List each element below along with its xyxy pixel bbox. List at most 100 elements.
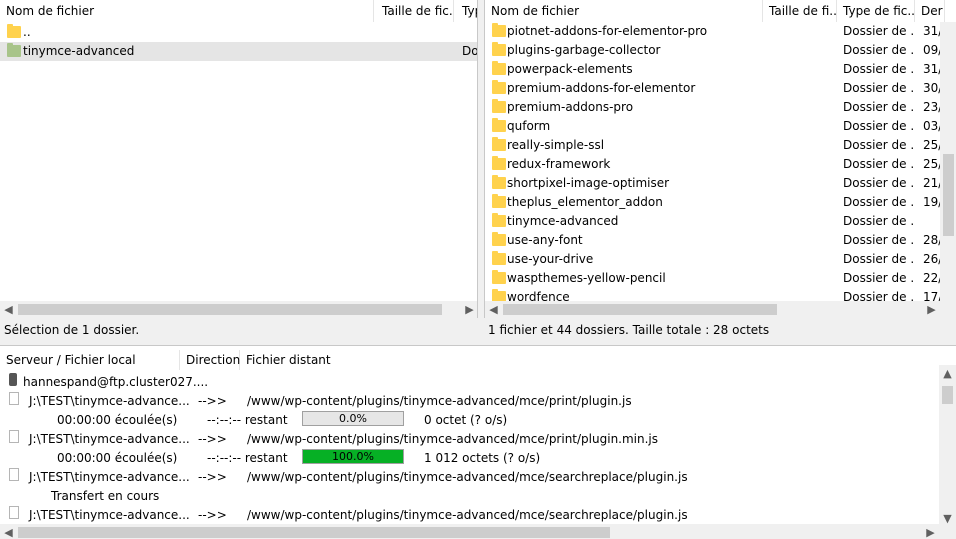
folder-icon <box>492 99 506 113</box>
file-name: shortpixel-image-optimiser <box>507 176 670 190</box>
horizontal-scrollbar[interactable]: ◀ ▶ <box>485 301 956 318</box>
local-path: J:\TEST\tinymce-advance... <box>29 508 190 522</box>
scroll-up-icon[interactable]: ▲ <box>939 365 956 382</box>
folder-icon <box>492 137 506 151</box>
queue-item[interactable]: J:\TEST\tinymce-advance... -->> /www/wp-… <box>0 430 940 449</box>
file-name: theplus_elementor_addon <box>507 195 663 209</box>
list-item[interactable]: use-your-driveDossier de ...26/ <box>485 250 942 269</box>
list-item[interactable]: quformDossier de ...03/ <box>485 117 942 136</box>
file-name: use-any-font <box>507 233 583 247</box>
folder-icon <box>492 42 506 56</box>
list-item-selected[interactable]: tinymce-advanced Do <box>0 42 477 61</box>
horizontal-scrollbar[interactable]: ◀ ▶ <box>0 524 956 539</box>
remote-status-bar: 1 fichier et 44 dossiers. Taille totale … <box>484 318 956 342</box>
progress-row: 00:00:00 écoulée(s) --:--:-- restant 0.0… <box>0 411 940 430</box>
col-header-server-local[interactable]: Serveur / Fichier local <box>0 350 180 370</box>
local-path: J:\TEST\tinymce-advance... <box>29 432 190 446</box>
file-name: tinymce-advanced <box>23 44 135 58</box>
col-header-filetype[interactable]: Type de fic... <box>837 0 915 22</box>
list-item[interactable]: powerpack-elementsDossier de ...31/ <box>485 60 942 79</box>
folder-icon <box>492 270 506 284</box>
col-header-filesize[interactable]: Taille de fic... <box>376 0 454 22</box>
list-item[interactable]: theplus_elementor_addonDossier de ...19/ <box>485 193 942 212</box>
folder-icon <box>492 251 506 265</box>
file-name: powerpack-elements <box>507 62 633 76</box>
remote-file-list[interactable]: Nom de fichier Taille de fi... Type de f… <box>484 0 956 318</box>
scroll-left-icon[interactable]: ◀ <box>0 524 17 539</box>
file-icon <box>9 468 19 481</box>
folder-icon <box>492 232 506 246</box>
folder-icon <box>492 80 506 94</box>
remote-path: /www/wp-content/plugins/tinymce-advanced… <box>247 394 632 408</box>
list-item[interactable]: use-any-fontDossier de ...28/ <box>485 231 942 250</box>
file-name: tinymce-advanced <box>507 214 619 228</box>
progress-label: 100.0% <box>332 450 374 463</box>
col-header-date[interactable]: Der <box>915 0 945 22</box>
scrollbar-thumb[interactable] <box>942 386 953 404</box>
progress-label: 0.0% <box>339 412 367 425</box>
elapsed-time: 00:00:00 écoulée(s) <box>57 413 178 427</box>
list-item[interactable]: plugins-garbage-collectorDossier de ...0… <box>485 41 942 60</box>
col-header-type[interactable]: Typ <box>456 0 477 22</box>
server-icon <box>9 373 17 386</box>
scroll-left-icon[interactable]: ◀ <box>485 301 502 318</box>
scrollbar-thumb[interactable] <box>943 154 954 236</box>
list-item[interactable]: redux-frameworkDossier de ...25/ <box>485 155 942 174</box>
file-type: Dossier de ... <box>843 119 913 133</box>
file-type: Dossier de ... <box>843 43 913 57</box>
file-name: really-simple-ssl <box>507 138 605 152</box>
file-type: Dossier de ... <box>843 81 913 95</box>
col-header-filesize[interactable]: Taille de fi... <box>763 0 837 22</box>
scrollbar-thumb[interactable] <box>18 304 442 315</box>
transferred-bytes: 1 012 octets (? o/s) <box>424 451 541 465</box>
server-name: hannespand@ftp.cluster027.... <box>23 375 209 389</box>
col-header-remote[interactable]: Fichier distant <box>240 350 540 370</box>
list-item[interactable]: really-simple-sslDossier de ...25/ <box>485 136 942 155</box>
vertical-scrollbar[interactable] <box>940 22 956 301</box>
vertical-scrollbar[interactable]: ▲ ▼ <box>939 365 956 527</box>
file-name: piotnet-addons-for-elementor-pro <box>507 24 708 38</box>
file-type: Dossier de ... <box>843 195 913 209</box>
file-icon <box>9 392 19 405</box>
horizontal-scrollbar[interactable]: ◀ ▶ <box>0 301 477 318</box>
direction: -->> <box>198 394 227 408</box>
queue-item[interactable]: J:\TEST\tinymce-advance... -->> /www/wp-… <box>0 506 940 525</box>
file-type: Dossier de ... <box>843 233 913 247</box>
scroll-right-icon[interactable]: ▶ <box>461 301 477 318</box>
progress-bar: 0.0% <box>302 411 404 426</box>
file-type: Dossier de ... <box>843 271 913 285</box>
folder-icon <box>492 118 506 132</box>
col-header-filename[interactable]: Nom de fichier <box>0 0 374 22</box>
list-item[interactable]: premium-addons-proDossier de ...23/ <box>485 98 942 117</box>
folder-icon <box>492 23 506 37</box>
list-item[interactable]: piotnet-addons-for-elementor-pro Dossier … <box>485 22 942 41</box>
file-icon <box>9 430 19 443</box>
scroll-left-icon[interactable]: ◀ <box>0 301 17 318</box>
scrollbar-thumb[interactable] <box>18 527 610 538</box>
col-header-direction[interactable]: Direction <box>180 350 240 370</box>
local-file-list[interactable]: Nom de fichier Taille de fic... Typ .. t… <box>0 0 478 318</box>
file-type: Dossier de ... <box>843 252 913 266</box>
scroll-right-icon[interactable]: ▶ <box>922 524 939 539</box>
folder-icon <box>7 24 21 38</box>
list-item[interactable]: tinymce-advanced Dossier de ... <box>485 212 940 231</box>
queue-item[interactable]: J:\TEST\tinymce-advance... -->> /www/wp-… <box>0 468 940 487</box>
server-row[interactable]: hannespand@ftp.cluster027.... <box>0 373 940 392</box>
file-name: premium-addons-for-elementor <box>507 81 696 95</box>
list-item[interactable]: shortpixel-image-optimiser Dossier de ...… <box>485 174 942 193</box>
direction: -->> <box>198 470 227 484</box>
local-path: J:\TEST\tinymce-advance... <box>29 394 190 408</box>
scroll-right-icon[interactable]: ▶ <box>923 301 940 318</box>
transfer-status: Transfert en cours <box>51 489 160 503</box>
list-item[interactable]: premium-addons-for-elementor Dossier de .… <box>485 79 942 98</box>
list-item-parent[interactable]: .. <box>0 23 477 42</box>
col-header-filename[interactable]: Nom de fichier <box>485 0 763 22</box>
local-path: J:\TEST\tinymce-advance... <box>29 470 190 484</box>
queue-item[interactable]: J:\TEST\tinymce-advance... -->> /www/wp-… <box>0 392 940 411</box>
progress-row: 00:00:00 écoulée(s) --:--:-- restant 100… <box>0 449 940 468</box>
direction: -->> <box>198 432 227 446</box>
file-name: quform <box>507 119 551 133</box>
scrollbar-thumb[interactable] <box>503 304 777 315</box>
transfer-queue[interactable]: Serveur / Fichier local Direction Fichie… <box>0 345 956 539</box>
list-item[interactable]: waspthemes-yellow-pencilDossier de ...22… <box>485 269 942 288</box>
